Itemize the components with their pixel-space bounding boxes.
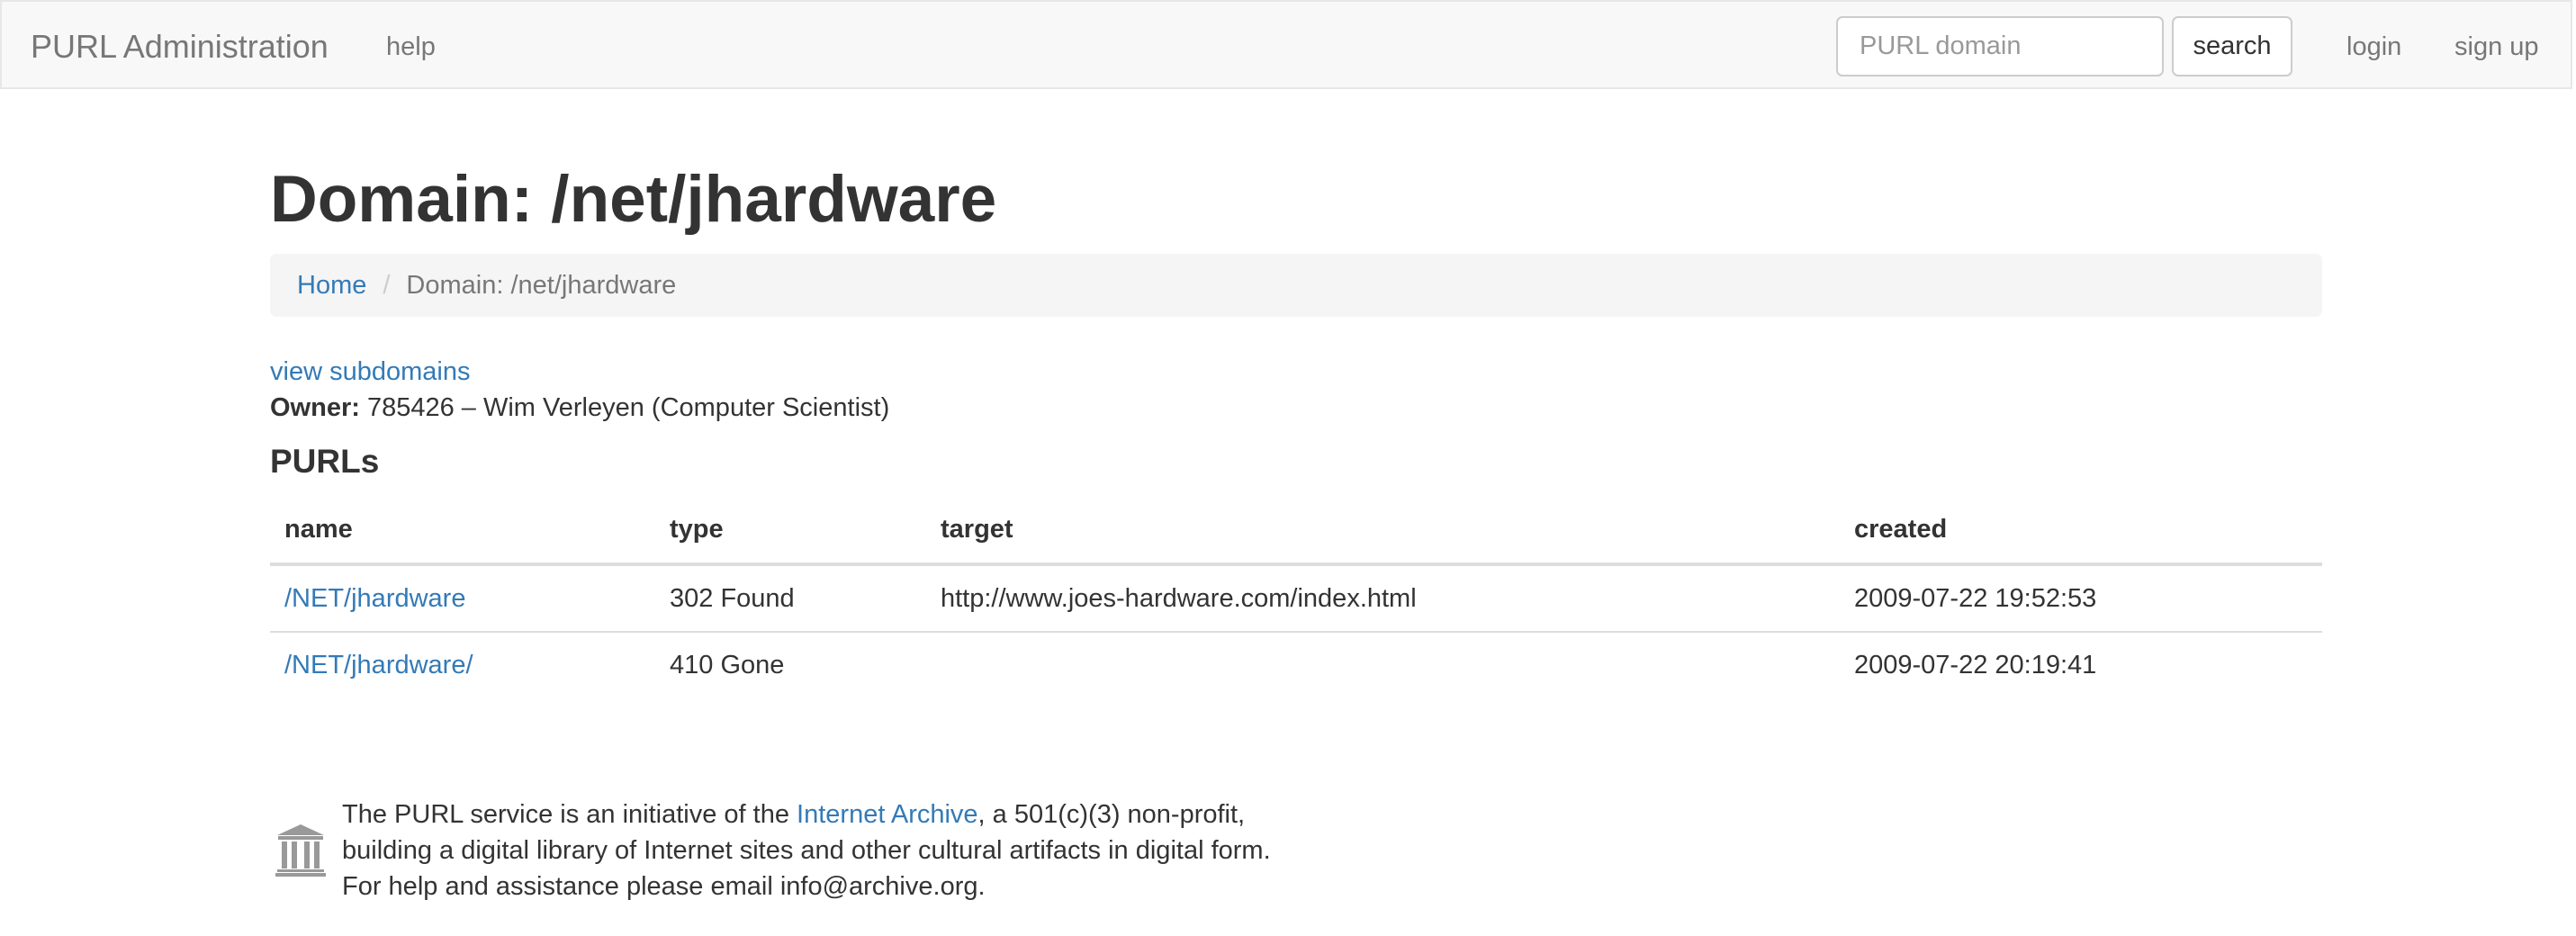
column-header-created: created [1840,497,2322,566]
footer-line-3: For help and assistance please email inf… [342,872,986,901]
owner-label: Owner: [270,393,360,422]
column-header-name: name [270,497,655,566]
purls-heading: PURLs [270,443,380,480]
owner-value: 785426 – Wim Verleyen (Computer Scientis… [366,393,890,422]
breadcrumb: Home / Domain: /net/jhardware [270,254,2322,317]
brand-link[interactable]: PURL Administration [31,27,329,67]
top-navbar: PURL Administration help search login si… [0,0,2572,89]
purl-type-cell: 302 Found [655,564,926,633]
login-link[interactable]: login [2346,29,2401,65]
page-title: Domain: /net/jhardware [270,163,997,236]
column-header-target: target [926,497,1840,566]
purl-created-cell: 2009-07-22 20:19:41 [1854,650,2097,680]
purl-name-cell: /NET/jhardware [270,564,655,633]
footer-text: The PURL service is an initiative of the… [342,796,1271,904]
footer-line-2: building a digital library of Internet s… [342,836,1271,865]
view-subdomains-link[interactable]: view subdomains [270,354,470,390]
archive-building-icon [275,824,326,877]
column-header-type: type [655,497,926,566]
table-row: /NET/jhardware/ 410 Gone 2009-07-22 20:1… [270,632,2322,698]
internet-archive-link[interactable]: Internet Archive [797,800,978,829]
purl-domain-search-input[interactable] [1836,16,2164,76]
search-button[interactable]: search [2172,16,2292,76]
purl-name-link[interactable]: /NET/jhardware [284,584,465,613]
purl-target-cell: http://www.joes-hardware.com/index.html [926,564,1840,633]
footer-line-1: The PURL service is an initiative of the… [342,796,1271,832]
breadcrumb-separator: / [383,271,391,300]
purl-created-cell: 2009-07-22 19:52:53 [1840,564,2322,633]
table-header-row: name type target created [270,497,2322,566]
purl-name-cell: /NET/jhardware/ [270,632,655,698]
breadcrumb-home-link[interactable]: Home [297,271,366,300]
breadcrumb-current: Domain: /net/jhardware [406,271,677,300]
signup-link[interactable]: sign up [2454,29,2539,65]
footer-line-1-prefix: The PURL service is an initiative of the [342,800,797,829]
purl-target-cell [926,632,1840,698]
purls-table: name type target created /NET/jhardware … [270,497,2322,698]
purl-type-cell: 410 Gone [670,650,785,680]
help-link[interactable]: help [386,29,436,65]
table-row: /NET/jhardware 302 Found http://www.joes… [270,564,2322,633]
owner-info: Owner: 785426 – Wim Verleyen (Computer S… [270,390,889,426]
purl-name-link[interactable]: /NET/jhardware/ [284,651,473,680]
footer-line-1-suffix: , a 501(c)(3) non-profit, [977,800,1246,829]
